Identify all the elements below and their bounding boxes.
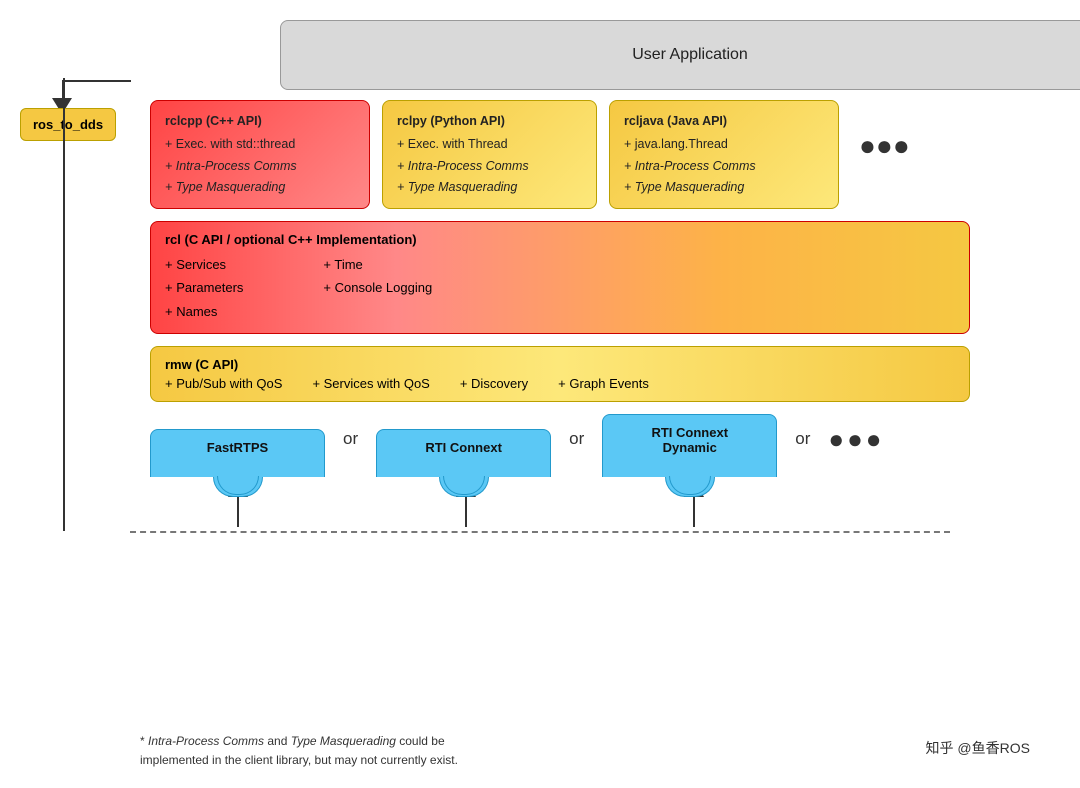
- rcljava-box: rcljava (Java API) + java.lang.Thread + …: [609, 100, 839, 209]
- rcl-col2-item-0: + Time: [323, 253, 432, 276]
- rmw-feature-2: + Discovery: [460, 376, 528, 391]
- bottom-note-text: * Intra-Process Comms and Type Masquerad…: [140, 734, 458, 767]
- ros-to-dds-box: ros_to_dds: [20, 108, 116, 141]
- rclcpp-item-2: + Type Masquerading: [165, 177, 355, 198]
- fastrtps-item: FastRTPS: [150, 429, 325, 477]
- fastrtps-box: FastRTPS: [150, 429, 325, 477]
- fastrtps-label: FastRTPS: [207, 440, 268, 455]
- rclpy-title: rclpy (Python API): [397, 111, 582, 132]
- rclcpp-box: rclcpp (C++ API) + Exec. with std::threa…: [150, 100, 370, 209]
- horiz-connector-top: [63, 80, 131, 82]
- rcl-full-title: rcl (C API / optional C++ Implementation…: [165, 232, 955, 247]
- rmw-feature-1: + Services with QoS: [312, 376, 429, 391]
- dashed-line: [130, 531, 950, 533]
- user-application-label: User Application: [632, 46, 748, 64]
- rcl-col1-item-1: + Parameters: [165, 276, 243, 299]
- rmw-box: rmw (C API) + Pub/Sub with QoS + Service…: [150, 346, 970, 402]
- rmw-title: rmw (C API): [165, 357, 955, 372]
- rclpy-item-2: + Type Masquerading: [397, 177, 582, 198]
- rcl-row: rclcpp (C++ API) + Exec. with std::threa…: [150, 100, 1060, 209]
- rti-connext-box: RTI Connext: [376, 429, 551, 477]
- watermark-text: 知乎 @鱼香ROS: [926, 740, 1030, 756]
- rcl-col1-item-2: + Names: [165, 300, 243, 323]
- rmw-feature-0: + Pub/Sub with QoS: [165, 376, 282, 391]
- rclpy-box: rclpy (Python API) + Exec. with Thread +…: [382, 100, 597, 209]
- rti-connext-dynamic-label: RTI ConnextDynamic: [651, 425, 728, 455]
- rclpy-item-1: + Intra-Process Comms: [397, 156, 582, 177]
- rclpy-item-0: + Exec. with Thread: [397, 134, 582, 155]
- rcl-col2: + Time + Console Logging: [323, 253, 432, 323]
- rti-connext-label: RTI Connext: [425, 440, 502, 455]
- ros-to-dds-label: ros_to_dds: [33, 117, 103, 132]
- bottom-note: * Intra-Process Comms and Type Masquerad…: [140, 732, 458, 770]
- left-vertical-line: [63, 78, 65, 531]
- user-application-box: User Application: [280, 20, 1080, 90]
- rclcpp-title: rclcpp (C++ API): [165, 111, 355, 132]
- watermark: 知乎 @鱼香ROS: [926, 738, 1030, 758]
- dots-label-dds: ●●●: [828, 424, 884, 477]
- rti-connext-item: RTI Connext: [376, 429, 551, 477]
- rcl-full-box: rcl (C API / optional C++ Implementation…: [150, 221, 970, 334]
- or-label-2: or: [551, 429, 602, 477]
- dds-row: FastRTPS or RTI Connext or RTI ConnextDy…: [150, 414, 970, 477]
- rti-connext-dynamic-item: RTI ConnextDynamic: [602, 414, 777, 477]
- rcl-col2-item-1: + Console Logging: [323, 276, 432, 299]
- rcl-col1: + Services + Parameters + Names: [165, 253, 243, 323]
- or-label-3: or: [777, 429, 828, 477]
- rcljava-item-0: + java.lang.Thread: [624, 134, 824, 155]
- rcljava-item-2: + Type Masquerading: [624, 177, 824, 198]
- rcljava-item-1: + Intra-Process Comms: [624, 156, 824, 177]
- dots-label-rcl: ●●●: [859, 100, 910, 162]
- rclcpp-item-0: + Exec. with std::thread: [165, 134, 355, 155]
- diagram-wrapper: User Application ros_to_dds rclcpp (C++ …: [0, 0, 1080, 788]
- rmw-feature-3: + Graph Events: [558, 376, 649, 391]
- rcl-col1-item-0: + Services: [165, 253, 243, 276]
- or-label-1: or: [325, 429, 376, 477]
- rti-connext-dynamic-box: RTI ConnextDynamic: [602, 414, 777, 477]
- rmw-features: + Pub/Sub with QoS + Services with QoS +…: [165, 376, 955, 391]
- rclcpp-item-1: + Intra-Process Comms: [165, 156, 355, 177]
- rcl-full-features: + Services + Parameters + Names + Time +…: [165, 253, 955, 323]
- rcljava-title: rcljava (Java API): [624, 111, 824, 132]
- dds-arrows-row: [150, 479, 970, 527]
